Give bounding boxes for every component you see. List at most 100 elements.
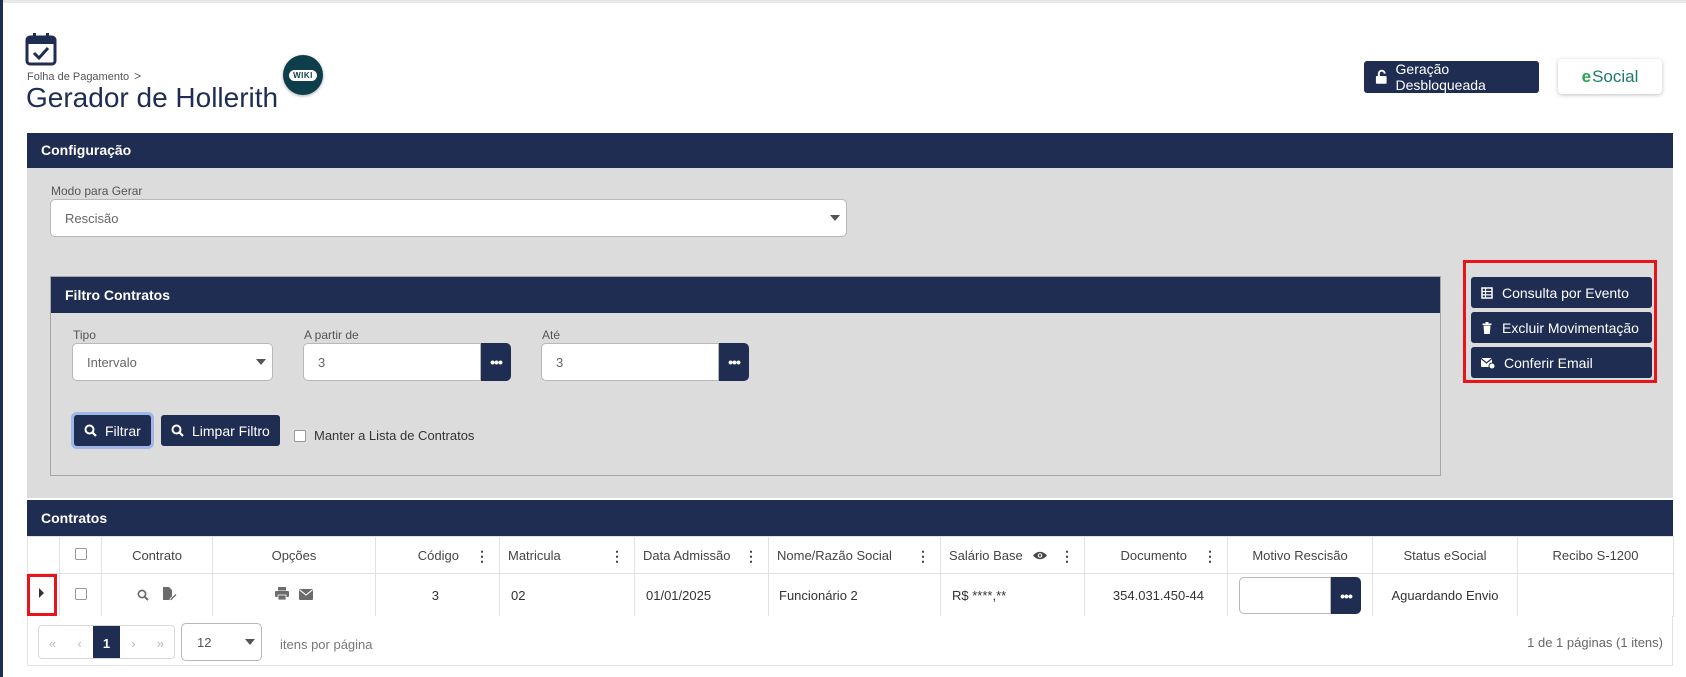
apartir-input[interactable]: 3 xyxy=(303,343,481,381)
wiki-label: WIKI xyxy=(289,69,317,81)
column-menu-icon[interactable]: ⋮ xyxy=(475,548,489,565)
excluir-movimentacao-button[interactable]: Excluir Movimentação xyxy=(1471,312,1652,343)
page-1-button[interactable]: 1 xyxy=(93,626,120,658)
consulta-evento-button[interactable]: Consulta por Evento xyxy=(1471,277,1652,308)
modo-gerar-select[interactable]: Rescisão xyxy=(50,199,847,237)
manter-lista-label: Manter a Lista de Contratos xyxy=(314,428,475,443)
table-header-row: Contrato Opções Código ⋮ Matricula ⋮ Data … xyxy=(27,536,1674,574)
breadcrumb[interactable]: Folha de Pagamento > xyxy=(27,69,141,83)
filtrar-label: Filtrar xyxy=(105,422,141,439)
filtro-contratos-panel: Filtro Contratos Tipo Intervalo A partir… xyxy=(50,276,1441,476)
next-page-button[interactable]: › xyxy=(120,626,147,658)
col-recibo: Recibo S-1200 xyxy=(1517,536,1674,574)
pagination-buttons: « ‹ 1 › » xyxy=(38,625,175,659)
esocial-button[interactable]: e Social xyxy=(1558,59,1662,94)
configuracao-header: Configuração xyxy=(27,133,1673,168)
admissao-cell: 01/01/2025 xyxy=(634,573,769,617)
tipo-value: Intervalo xyxy=(87,355,137,370)
motivo-lookup-button[interactable]: ••• xyxy=(1331,577,1361,614)
eye-icon[interactable] xyxy=(1032,550,1048,561)
filtrar-button[interactable]: Filtrar xyxy=(74,415,151,446)
expand-row-highlight xyxy=(27,574,57,616)
chevron-down-icon xyxy=(830,215,840,221)
excluir-movimentacao-label: Excluir Movimentação xyxy=(1502,319,1639,336)
per-page-label: itens por página xyxy=(280,637,373,652)
page-size-value: 12 xyxy=(197,635,212,650)
more-dots-icon: ••• xyxy=(1340,587,1353,604)
status-cell: Aguardando Envio xyxy=(1372,573,1518,617)
motivo-rescisao-input[interactable] xyxy=(1239,577,1331,614)
search-icon xyxy=(171,424,184,437)
contrato-actions-cell xyxy=(101,573,213,617)
app-page: Folha de Pagamento > Gerador de Hollerith… xyxy=(0,0,1686,677)
col-nome[interactable]: Nome/Razão Social ⋮ xyxy=(768,536,941,574)
col-codigo-label: Código xyxy=(417,547,459,563)
ate-input[interactable]: 3 xyxy=(541,343,719,381)
consulta-evento-label: Consulta por Evento xyxy=(1502,284,1629,301)
expand-col-header xyxy=(27,536,60,574)
tipo-label: Tipo xyxy=(73,328,96,342)
col-contrato: Contrato xyxy=(101,536,213,574)
tipo-select[interactable]: Intervalo xyxy=(72,343,273,381)
more-dots-icon: ••• xyxy=(490,354,503,370)
apartir-value: 3 xyxy=(318,355,326,370)
geracao-desbloqueada-button[interactable]: Geração Desbloqueada xyxy=(1364,61,1539,93)
column-menu-icon[interactable]: ⋮ xyxy=(1203,548,1217,565)
checkbox-box[interactable] xyxy=(294,429,306,442)
select-all-checkbox[interactable] xyxy=(74,547,87,560)
column-menu-icon[interactable]: ⋮ xyxy=(744,548,758,565)
first-page-button[interactable]: « xyxy=(39,626,66,658)
col-nome-label: Nome/Razão Social xyxy=(777,547,892,563)
filtro-contratos-header: Filtro Contratos xyxy=(51,277,1440,313)
col-admissao[interactable]: Data Admissão ⋮ xyxy=(634,536,769,574)
page-title: Gerador de Hollerith xyxy=(26,82,279,113)
calendar-check-icon xyxy=(25,33,57,66)
nome-cell: Funcionário 2 xyxy=(768,573,941,617)
apartir-label: A partir de xyxy=(304,328,359,342)
edit-document-icon[interactable] xyxy=(162,586,178,601)
col-salario[interactable]: Salário Base ⋮ xyxy=(940,536,1085,574)
email-icon[interactable] xyxy=(299,589,314,600)
modo-gerar-label: Modo para Gerar xyxy=(51,184,143,198)
search-icon[interactable] xyxy=(137,589,149,601)
contratos-header: Contratos xyxy=(27,500,1673,536)
col-opcoes: Opções xyxy=(212,536,376,574)
col-documento[interactable]: Documento ⋮ xyxy=(1084,536,1228,574)
breadcrumb-separator: > xyxy=(134,69,142,83)
col-status: Status eSocial xyxy=(1372,536,1518,574)
column-menu-icon[interactable]: ⋮ xyxy=(916,548,930,565)
col-matricula-label: Matricula xyxy=(508,547,561,563)
table-row[interactable]: 3 02 01/01/2025 Funcionário 2 R$ ****,**… xyxy=(27,573,1674,617)
unlock-button-label: Geração Desbloqueada xyxy=(1395,61,1486,93)
salario-cell: R$ ****,** xyxy=(940,573,1085,617)
conferir-email-button[interactable]: Conferir Email xyxy=(1471,347,1652,378)
manter-lista-checkbox[interactable]: Manter a Lista de Contratos xyxy=(294,428,474,443)
print-icon[interactable] xyxy=(274,587,289,601)
page-size-select[interactable]: 12 xyxy=(181,623,262,661)
limpar-filtro-label: Limpar Filtro xyxy=(192,422,270,439)
apartir-lookup-button[interactable]: ••• xyxy=(481,343,511,381)
chevron-down-icon xyxy=(256,359,266,365)
conferir-email-label: Conferir Email xyxy=(1504,354,1593,371)
column-menu-icon[interactable]: ⋮ xyxy=(1060,548,1074,565)
row-checkbox[interactable] xyxy=(74,587,87,600)
contratos-table: Contrato Opções Código ⋮ Matricula ⋮ Data … xyxy=(27,536,1674,617)
col-codigo[interactable]: Código ⋮ xyxy=(375,536,500,574)
column-menu-icon[interactable]: ⋮ xyxy=(610,548,624,565)
motivo-cell: ••• xyxy=(1227,573,1373,617)
esocial-label: Social xyxy=(1592,66,1639,86)
documento-cell: 354.031.450-44 xyxy=(1084,573,1228,617)
pagination-summary: 1 de 1 páginas (1 itens) xyxy=(1527,635,1663,650)
last-page-button[interactable]: » xyxy=(147,626,174,658)
ate-lookup-button[interactable]: ••• xyxy=(719,343,749,381)
col-matricula[interactable]: Matricula ⋮ xyxy=(499,536,635,574)
row-select-cell xyxy=(59,573,102,617)
limpar-filtro-button[interactable]: Limpar Filtro xyxy=(161,415,280,446)
opcoes-cell xyxy=(212,573,376,617)
modo-gerar-value: Rescisão xyxy=(65,211,119,226)
chevron-down-icon xyxy=(245,639,255,645)
wiki-button[interactable]: WIKI xyxy=(283,55,323,95)
matricula-cell: 02 xyxy=(499,573,635,617)
col-documento-label: Documento xyxy=(1120,547,1187,563)
prev-page-button[interactable]: ‹ xyxy=(66,626,93,658)
